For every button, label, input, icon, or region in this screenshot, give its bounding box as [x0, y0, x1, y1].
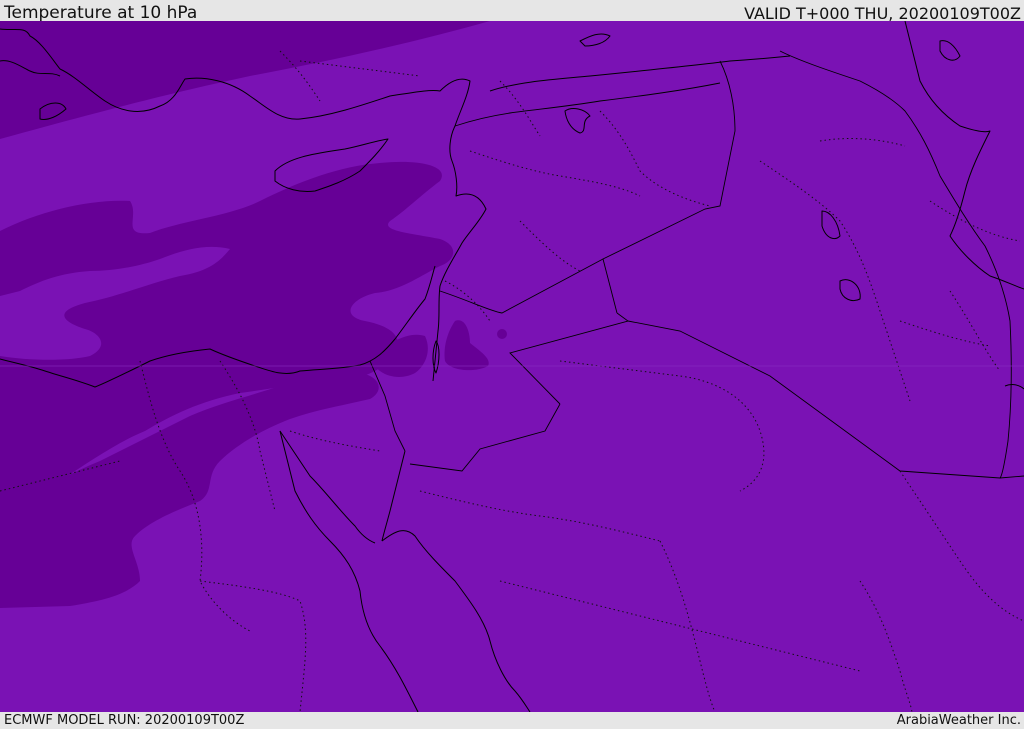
- header-bar: Temperature at 10 hPa VALID T+000 THU, 2…: [0, 0, 1024, 23]
- footer-bar: ECMWF MODEL RUN: 20200109T00Z ArabiaWeat…: [0, 712, 1024, 729]
- brand-label: ArabiaWeather Inc.: [896, 713, 1021, 728]
- cold-pocket-small: [497, 329, 507, 339]
- map-title: Temperature at 10 hPa: [4, 3, 198, 23]
- model-run-label: ECMWF MODEL RUN: 20200109T00Z: [4, 713, 245, 728]
- weather-map[interactable]: [0, 21, 1024, 712]
